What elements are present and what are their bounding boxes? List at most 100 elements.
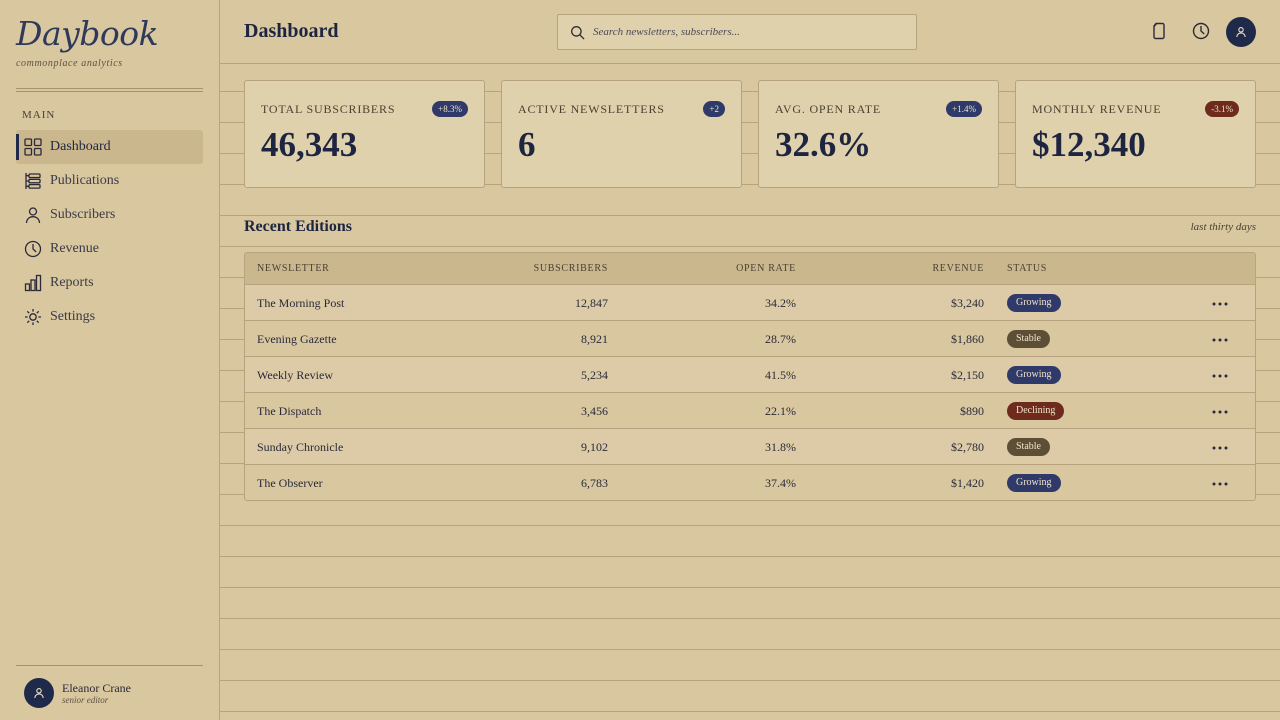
- stat-delta-badge: -3.1%: [1205, 101, 1239, 117]
- sidebar-item-settings[interactable]: Settings: [16, 300, 203, 334]
- status-badge: Stable: [1007, 330, 1050, 348]
- user-role: senior editor: [62, 695, 109, 705]
- more-options-icon[interactable]: [1211, 298, 1229, 308]
- user-profile[interactable]: Eleanor Crane senior editor: [16, 665, 203, 720]
- sidebar: Daybook commonplace analytics MAIN Dashb…: [0, 0, 220, 720]
- table-row[interactable]: The Morning Post 12,847 34.2% $3,240 Growing: [245, 285, 1255, 321]
- cell-open-rate: 28.7%: [765, 332, 796, 346]
- cell-newsletter[interactable]: The Dispatch: [257, 404, 321, 419]
- brand-divider: [16, 88, 203, 92]
- section-title: Recent Editions: [244, 218, 352, 235]
- stat-card-active-newsletters: ACTIVE NEWSLETTERS +2 6: [501, 80, 742, 188]
- cell-newsletter[interactable]: The Observer: [257, 476, 323, 491]
- user-icon: [1236, 27, 1246, 38]
- cell-open-rate: 22.1%: [765, 404, 796, 418]
- stat-card-open-rate: AVG. OPEN RATE +1.4% 32.6%: [758, 80, 999, 188]
- section-date-range: last thirty days: [1190, 221, 1256, 233]
- brand-subtitle: commonplace analytics: [16, 58, 123, 69]
- stat-label: MONTHLY REVENUE: [1032, 102, 1162, 116]
- stat-card-monthly-revenue: MONTHLY REVENUE -3.1% $12,340: [1015, 80, 1256, 188]
- status-badge: Stable: [1007, 438, 1050, 456]
- bar-chart-icon: [24, 274, 42, 292]
- cell-newsletter[interactable]: The Morning Post: [257, 296, 344, 311]
- stat-value: $12,340: [1032, 125, 1146, 164]
- status-badge: Growing: [1007, 366, 1061, 384]
- stat-value: 32.6%: [775, 125, 872, 164]
- search-input[interactable]: [593, 26, 913, 38]
- cell-revenue: $3,240: [951, 296, 984, 310]
- table-row[interactable]: Sunday Chronicle 9,102 31.8% $2,780 Stable: [245, 429, 1255, 465]
- stat-value: 6: [518, 125, 536, 164]
- cell-revenue: $890: [960, 404, 984, 418]
- status-badge: Growing: [1007, 294, 1061, 312]
- stat-label: AVG. OPEN RATE: [775, 102, 881, 116]
- table-row[interactable]: Evening Gazette 8,921 28.7% $1,860 Stable: [245, 321, 1255, 357]
- grid-icon: [24, 138, 42, 156]
- person-icon: [24, 206, 42, 224]
- page-title: Dashboard: [244, 20, 339, 42]
- user-name: Eleanor Crane: [62, 681, 131, 695]
- cell-revenue: $1,860: [951, 332, 984, 346]
- sidebar-item-label: Settings: [50, 309, 96, 324]
- sidebar-item-subscribers[interactable]: Subscribers: [16, 198, 203, 232]
- cell-subscribers: 8,921: [581, 332, 608, 346]
- layers-icon: [24, 172, 42, 190]
- search-icon: [571, 25, 585, 40]
- sidebar-item-label: Dashboard: [50, 139, 111, 154]
- cell-subscribers: 9,102: [581, 440, 608, 454]
- cell-open-rate: 34.2%: [765, 296, 796, 310]
- history-clock-icon[interactable]: [1190, 20, 1212, 42]
- stat-delta-badge: +2: [703, 101, 725, 117]
- editions-table: NEWSLETTER SUBSCRIBERS OPEN RATE REVENUE…: [244, 252, 1256, 501]
- cell-revenue: $1,420: [951, 476, 984, 490]
- cell-subscribers: 5,234: [581, 368, 608, 382]
- table-row[interactable]: Weekly Review 5,234 41.5% $2,150 Growing: [245, 357, 1255, 393]
- table-body: The Morning Post 12,847 34.2% $3,240 Growing…: [245, 285, 1255, 500]
- table-row[interactable]: The Observer 6,783 37.4% $1,420 Growing: [245, 465, 1255, 500]
- cell-open-rate: 41.5%: [765, 368, 796, 382]
- sidebar-item-publications[interactable]: Publications: [16, 164, 203, 198]
- stat-delta-badge: +1.4%: [946, 101, 982, 117]
- account-avatar-button[interactable]: [1226, 17, 1256, 47]
- column-header-newsletter[interactable]: NEWSLETTER: [257, 263, 330, 274]
- cell-open-rate: 31.8%: [765, 440, 796, 454]
- column-header-status[interactable]: STATUS: [1007, 263, 1047, 274]
- nav-heading: MAIN: [22, 109, 56, 121]
- cell-subscribers: 6,783: [581, 476, 608, 490]
- cell-open-rate: 37.4%: [765, 476, 796, 490]
- sidebar-item-revenue[interactable]: Revenue: [16, 232, 203, 266]
- cell-revenue: $2,780: [951, 440, 984, 454]
- column-header-open-rate[interactable]: OPEN RATE: [736, 263, 796, 274]
- sidebar-item-label: Revenue: [50, 241, 99, 256]
- clock-icon: [24, 240, 42, 258]
- status-badge: Growing: [1007, 474, 1061, 492]
- cell-subscribers: 3,456: [581, 404, 608, 418]
- more-options-icon[interactable]: [1211, 406, 1229, 416]
- sun-gear-icon: [24, 308, 42, 326]
- document-icon[interactable]: [1148, 20, 1170, 42]
- stat-label: ACTIVE NEWSLETTERS: [518, 102, 665, 116]
- stat-delta-badge: +8.3%: [432, 101, 468, 117]
- cell-newsletter[interactable]: Sunday Chronicle: [257, 440, 343, 455]
- stat-card-total-subscribers: TOTAL SUBSCRIBERS +8.3% 46,343: [244, 80, 485, 188]
- table-header: NEWSLETTER SUBSCRIBERS OPEN RATE REVENUE…: [245, 253, 1255, 285]
- search-box[interactable]: [557, 14, 917, 50]
- stat-value: 46,343: [261, 125, 358, 164]
- more-options-icon[interactable]: [1211, 334, 1229, 344]
- column-header-revenue[interactable]: REVENUE: [932, 263, 984, 274]
- more-options-icon[interactable]: [1211, 370, 1229, 380]
- sidebar-item-reports[interactable]: Reports: [16, 266, 203, 300]
- brand: Daybook commonplace analytics: [16, 14, 159, 69]
- sidebar-nav: Dashboard Publications Subscribers Reven…: [16, 130, 203, 334]
- more-options-icon[interactable]: [1211, 478, 1229, 488]
- avatar: [24, 678, 54, 708]
- column-header-subscribers[interactable]: SUBSCRIBERS: [534, 263, 608, 274]
- brand-title[interactable]: Daybook: [16, 14, 159, 54]
- cell-newsletter[interactable]: Weekly Review: [257, 368, 333, 383]
- table-row[interactable]: The Dispatch 3,456 22.1% $890 Declining: [245, 393, 1255, 429]
- stat-label: TOTAL SUBSCRIBERS: [261, 102, 396, 116]
- more-options-icon[interactable]: [1211, 442, 1229, 452]
- cell-newsletter[interactable]: Evening Gazette: [257, 332, 337, 347]
- topbar: Dashboard: [220, 0, 1280, 64]
- sidebar-item-dashboard[interactable]: Dashboard: [16, 130, 203, 164]
